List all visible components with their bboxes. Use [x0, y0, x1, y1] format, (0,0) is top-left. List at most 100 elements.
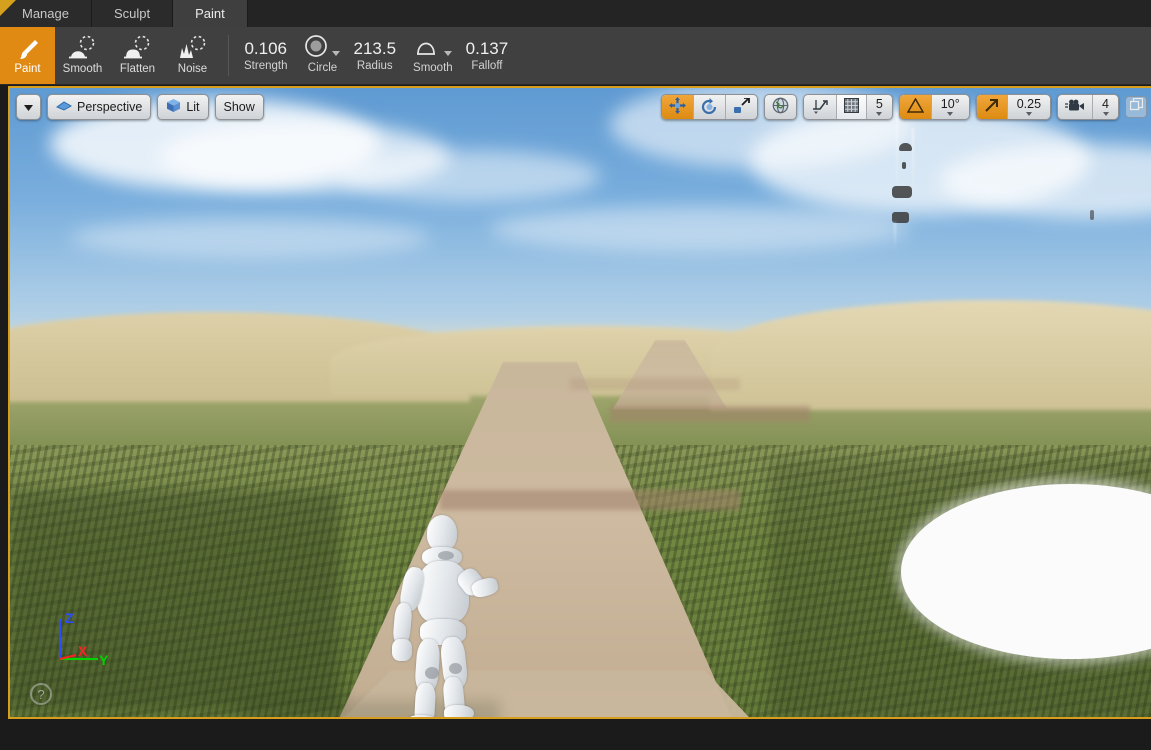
surface-snap-button[interactable] — [804, 95, 837, 119]
radius-value: 213.5 — [353, 39, 397, 58]
maximize-viewport-button[interactable] — [1125, 96, 1147, 118]
transform-mode-group[interactable] — [660, 94, 758, 120]
surface-snap-icon — [811, 97, 829, 117]
lit-button[interactable]: Lit — [158, 95, 207, 119]
level-viewport[interactable]: Perspective Lit Show 5 10° 0.25 4 Z X Y … — [8, 86, 1151, 719]
tool-flatten[interactable]: Flatten — [110, 27, 165, 84]
viewport-options-button[interactable] — [17, 95, 40, 119]
svg-text:Z: Z — [65, 611, 74, 626]
grid-snap-value-text: 5 — [875, 97, 883, 111]
viewmode-group[interactable]: Lit — [157, 94, 209, 120]
tool-flatten-label: Flatten — [119, 63, 156, 75]
tool-noise-label: Noise — [177, 63, 208, 75]
show-button[interactable]: Show — [216, 95, 263, 119]
editor-window: Manage Sculpt Paint Paint Smooth Flatten… — [0, 0, 1151, 750]
scale-snap-toggle[interactable] — [976, 95, 1008, 119]
svg-text:Y: Y — [99, 652, 108, 668]
falloff-type-picker[interactable]: Smooth — [405, 27, 457, 84]
smooth-dome-icon — [68, 35, 98, 61]
circle-brush-icon — [304, 34, 328, 63]
scale-gizmo-icon — [733, 96, 750, 117]
rotate-gizmo-icon — [701, 97, 718, 117]
strength-value: 0.106 — [244, 39, 288, 58]
viewport-right-toolbar: 5 10° 0.25 4 — [660, 94, 1147, 120]
chevron-down-icon — [24, 100, 33, 114]
flatten-dome-icon — [123, 35, 153, 61]
angle-snap-icon — [906, 97, 925, 116]
viewport-help-button[interactable]: ? — [30, 683, 52, 705]
paint-tool-toolbar: Paint Smooth Flatten Noise 0.106 Strengt… — [0, 27, 1151, 85]
angle-snap-group[interactable]: 10° — [898, 94, 970, 120]
tool-noise[interactable]: Noise — [165, 27, 220, 84]
falloff-type-label: Smooth — [413, 61, 453, 74]
lit-cube-icon — [166, 98, 181, 116]
camera-speed-button[interactable] — [1058, 95, 1094, 119]
falloff-value: 0.137 — [465, 39, 509, 58]
translate-gizmo-icon — [668, 97, 686, 117]
camera-speed-chevron-down-icon — [1102, 112, 1109, 116]
maximize-viewport-icon — [1129, 97, 1143, 116]
axis-gizmo: Z X Y — [46, 610, 109, 669]
falloff-label: Falloff — [471, 60, 503, 72]
flying-object — [902, 162, 906, 169]
scale-snap-value-text: 0.25 — [1016, 97, 1042, 111]
show-label: Show — [223, 100, 255, 114]
perspective-button[interactable]: Perspective — [48, 95, 150, 119]
tool-smooth[interactable]: Smooth — [55, 27, 110, 84]
tab-paint[interactable]: Paint — [173, 0, 248, 27]
lit-label: Lit — [186, 100, 200, 114]
camera-speed-value-text: 4 — [1102, 97, 1109, 111]
camera-speed-group[interactable]: 4 — [1057, 94, 1119, 120]
brush-type-label: Circle — [307, 61, 338, 74]
flying-object — [899, 143, 912, 151]
brush-type-picker[interactable]: Circle — [296, 27, 344, 84]
scale-mode-button[interactable] — [726, 95, 757, 119]
camera-mode-group[interactable]: Perspective — [47, 94, 152, 120]
viewport-left-toolbar: Perspective Lit Show — [16, 94, 264, 120]
perspective-label: Perspective — [77, 100, 143, 114]
scale-snap-chevron-down-icon — [1025, 112, 1032, 116]
strength-label: Strength — [244, 60, 288, 72]
3d-scene — [10, 88, 1151, 717]
tab-sculpt[interactable]: Sculpt — [91, 0, 174, 27]
landscape-mode-tabbar: Manage Sculpt Paint — [0, 0, 1151, 27]
world-globe-icon — [772, 97, 789, 117]
angle-snap-value[interactable]: 10° — [932, 95, 969, 119]
grid-snap-chevron-down-icon — [876, 112, 883, 116]
tool-smooth-label: Smooth — [62, 63, 103, 75]
grid-snap-group[interactable]: 5 — [802, 94, 893, 120]
strength-field[interactable]: 0.106 Strength — [235, 27, 296, 84]
world-space-button[interactable] — [765, 95, 796, 119]
tool-paint-label: Paint — [14, 63, 41, 75]
angle-snap-chevron-down-icon — [947, 112, 954, 116]
toolbar-separator — [228, 35, 229, 76]
show-group[interactable]: Show — [214, 94, 264, 120]
scale-snap-value[interactable]: 0.25 — [1008, 95, 1050, 119]
angle-snap-toggle[interactable] — [899, 95, 932, 119]
scale-snap-icon — [984, 98, 1000, 116]
camera-speed-icon — [1065, 99, 1085, 116]
svg-text:X: X — [78, 643, 88, 659]
brush-type-chevron-down-icon — [332, 50, 341, 56]
radius-field[interactable]: 213.5 Radius — [344, 27, 405, 84]
translate-mode-button[interactable] — [661, 95, 694, 119]
paintbrush-icon — [15, 35, 41, 61]
rotate-mode-button[interactable] — [694, 95, 726, 119]
grid-snap-toggle[interactable] — [836, 95, 867, 119]
falloff-bell-icon — [414, 35, 440, 62]
angle-snap-value-text: 10° — [940, 97, 960, 111]
grid-snap-value[interactable]: 5 — [867, 95, 892, 119]
viewport-options-group[interactable] — [16, 94, 41, 120]
radius-label: Radius — [356, 60, 393, 72]
falloff-field[interactable]: 0.137 Falloff — [457, 27, 518, 84]
noise-jagged-icon — [178, 35, 208, 61]
mannequin-character[interactable] — [392, 515, 500, 717]
flying-object — [892, 186, 912, 198]
flying-object — [1090, 210, 1094, 220]
grid-snap-icon — [843, 98, 859, 116]
falloff-type-chevron-down-icon — [443, 50, 452, 56]
camera-speed-value[interactable]: 4 — [1093, 95, 1118, 119]
coordinate-system-group[interactable] — [763, 94, 797, 120]
scale-snap-group[interactable]: 0.25 — [975, 94, 1052, 120]
tool-paint[interactable]: Paint — [0, 27, 55, 84]
